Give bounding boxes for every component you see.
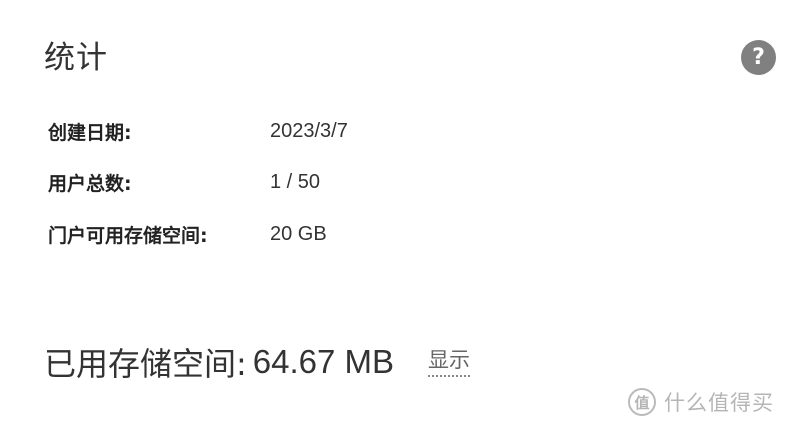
usage-value: 64.67 MB	[252, 343, 395, 380]
stat-value: 2023/3/7	[270, 119, 348, 142]
page-title: 统计	[44, 40, 108, 76]
stat-label: 创建日期:	[48, 121, 132, 144]
help-icon[interactable]: ?	[741, 40, 776, 75]
logo-glyph: 值	[634, 393, 650, 412]
usage-label: 已用存储空间:	[44, 345, 247, 383]
stat-label: 用户总数:	[48, 172, 132, 195]
stat-value: 20 GB	[270, 222, 327, 245]
watermark-text: 什么值得买	[664, 391, 774, 415]
stat-row-created-date: 创建日期: 2023/3/7	[48, 114, 348, 148]
stat-value: 1 / 50	[270, 170, 321, 193]
smzdm-logo-icon: 值	[628, 388, 656, 416]
stat-label: 门户可用存储空间:	[48, 224, 208, 247]
stat-row-total-users: 用户总数: 1 / 50	[48, 165, 320, 199]
show-details-link[interactable]: 显示	[428, 347, 471, 377]
stat-row-portal-storage: 门户可用存储空间: 20 GB	[48, 217, 327, 251]
storage-usage: 已用存储空间: 64.67 MB 显示	[44, 338, 471, 386]
question-mark-glyph: ?	[752, 45, 765, 70]
watermark: 值 什么值得买	[628, 386, 774, 418]
